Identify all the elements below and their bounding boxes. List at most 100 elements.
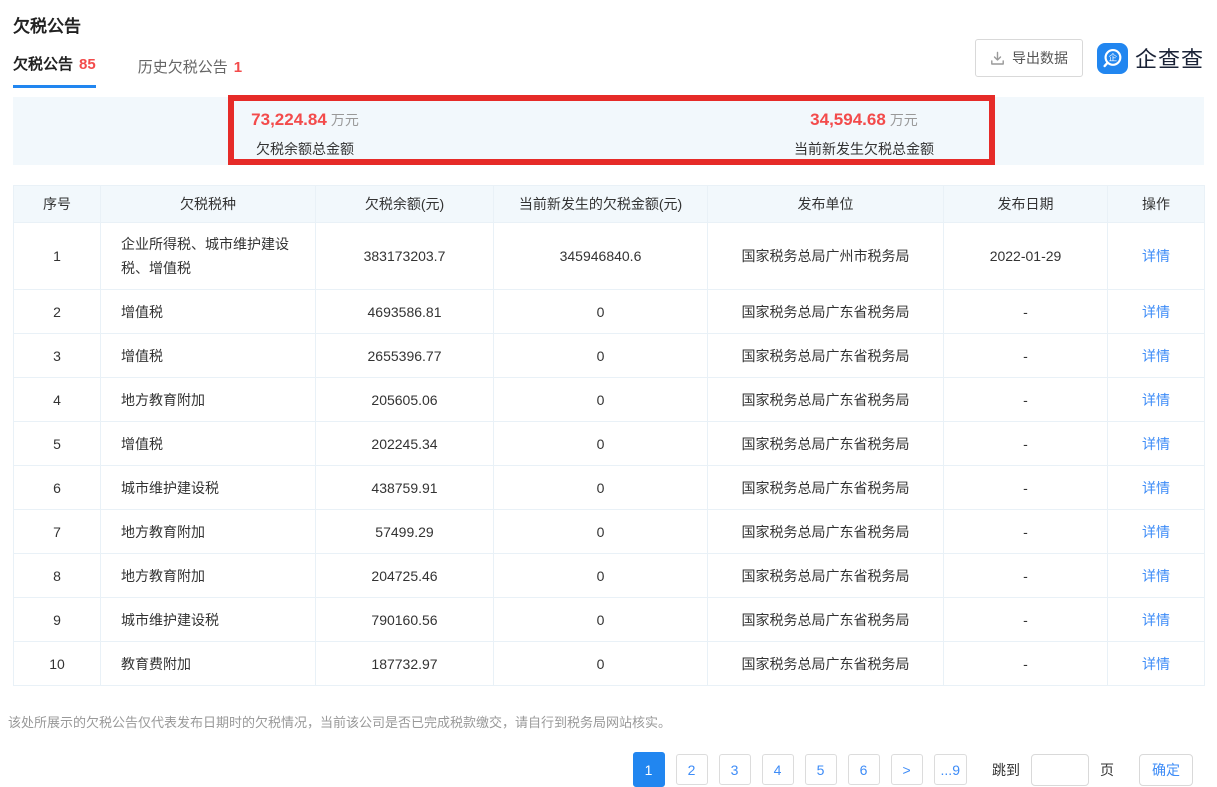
page-title: 欠税公告: [0, 0, 1217, 37]
table-row: 7 地方教育附加 57499.29 0 国家税务总局广东省税务局 - 详情: [14, 510, 1205, 554]
detail-link[interactable]: 详情: [1142, 304, 1170, 320]
cell-issuer: 国家税务总局广东省税务局: [708, 290, 944, 334]
cell-index: 3: [14, 334, 101, 378]
detail-link[interactable]: 详情: [1142, 480, 1170, 496]
table-row: 2 增值税 4693586.81 0 国家税务总局广东省税务局 - 详情: [14, 290, 1205, 334]
cell-issuer: 国家税务总局广东省税务局: [708, 466, 944, 510]
cell-tax-type: 增值税: [101, 334, 316, 378]
cell-date: -: [944, 290, 1108, 334]
detail-link[interactable]: 详情: [1142, 248, 1170, 264]
cell-balance: 202245.34: [316, 422, 494, 466]
cell-balance: 205605.06: [316, 378, 494, 422]
cell-index: 9: [14, 598, 101, 642]
stat-label: 欠税余额总金额: [251, 139, 359, 159]
cell-date: -: [944, 510, 1108, 554]
cell-balance: 383173203.7: [316, 223, 494, 290]
cell-tax-type: 教育费附加: [101, 642, 316, 686]
cell-balance: 790160.56: [316, 598, 494, 642]
detail-link[interactable]: 详情: [1142, 392, 1170, 408]
qichacha-logo[interactable]: 企 企查查: [1097, 42, 1204, 74]
cell-date: -: [944, 466, 1108, 510]
cell-index: 1: [14, 223, 101, 290]
svg-text:企: 企: [1109, 51, 1118, 62]
qichacha-logo-icon: 企: [1097, 43, 1128, 74]
cell-index: 6: [14, 466, 101, 510]
tab-label: 历史欠税公告: [138, 56, 228, 77]
cell-new-amount: 345946840.6: [494, 223, 708, 290]
table-row: 1 企业所得税、城市维护建设税、增值税 383173203.7 34594684…: [14, 223, 1205, 290]
cell-index: 7: [14, 510, 101, 554]
detail-link[interactable]: 详情: [1142, 524, 1170, 540]
tab-label: 欠税公告: [13, 53, 73, 74]
cell-new-amount: 0: [494, 378, 708, 422]
page-button-5[interactable]: 5: [805, 754, 837, 785]
table-row: 8 地方教育附加 204725.46 0 国家税务总局广东省税务局 - 详情: [14, 554, 1205, 598]
table-header-row: 序号 欠税税种 欠税余额(元) 当前新发生的欠税金额(元) 发布单位 发布日期 …: [14, 186, 1205, 223]
jump-to-label: 跳到: [992, 760, 1020, 780]
cell-tax-type: 城市维护建设税: [101, 466, 316, 510]
stat-unit: 万元: [331, 112, 359, 128]
stat-total-arrears-balance: 73,224.84万元 欠税余额总金额: [251, 110, 359, 159]
column-header-action: 操作: [1108, 186, 1205, 223]
cell-issuer: 国家税务总局广东省税务局: [708, 598, 944, 642]
next-page-button[interactable]: >: [891, 754, 923, 785]
download-icon: [990, 51, 1005, 66]
last-page-ellipsis-button[interactable]: ...9: [934, 754, 967, 785]
table-row: 5 增值税 202245.34 0 国家税务总局广东省税务局 - 详情: [14, 422, 1205, 466]
cell-new-amount: 0: [494, 554, 708, 598]
cell-index: 10: [14, 642, 101, 686]
cell-date: 2022-01-29: [944, 223, 1108, 290]
export-data-button[interactable]: 导出数据: [975, 39, 1083, 77]
cell-balance: 187732.97: [316, 642, 494, 686]
page-button-4[interactable]: 4: [762, 754, 794, 785]
export-data-label: 导出数据: [1012, 48, 1068, 68]
detail-link[interactable]: 详情: [1142, 656, 1170, 672]
cell-date: -: [944, 642, 1108, 686]
column-header-balance: 欠税余额(元): [316, 186, 494, 223]
cell-balance: 57499.29: [316, 510, 494, 554]
cell-tax-type: 增值税: [101, 290, 316, 334]
cell-date: -: [944, 378, 1108, 422]
cell-issuer: 国家税务总局广东省税务局: [708, 422, 944, 466]
page-button-3[interactable]: 3: [719, 754, 751, 785]
cell-issuer: 国家税务总局广东省税务局: [708, 554, 944, 598]
stat-unit: 万元: [890, 112, 918, 128]
table-row: 10 教育费附加 187732.97 0 国家税务总局广东省税务局 - 详情: [14, 642, 1205, 686]
detail-link[interactable]: 详情: [1142, 436, 1170, 452]
detail-link[interactable]: 详情: [1142, 348, 1170, 364]
cell-issuer: 国家税务总局广东省税务局: [708, 642, 944, 686]
column-header-new-amount: 当前新发生的欠税金额(元): [494, 186, 708, 223]
tax-arrears-table: 序号 欠税税种 欠税余额(元) 当前新发生的欠税金额(元) 发布单位 发布日期 …: [13, 185, 1205, 686]
page-button-2[interactable]: 2: [676, 754, 708, 785]
column-header-date: 发布日期: [944, 186, 1108, 223]
cell-index: 4: [14, 378, 101, 422]
cell-issuer: 国家税务总局广东省税务局: [708, 378, 944, 422]
summary-bar: 73,224.84万元 欠税余额总金额 34,594.68万元 当前新发生欠税总…: [13, 97, 1204, 165]
cell-new-amount: 0: [494, 598, 708, 642]
cell-balance: 204725.46: [316, 554, 494, 598]
table-row: 3 增值税 2655396.77 0 国家税务总局广东省税务局 - 详情: [14, 334, 1205, 378]
cell-issuer: 国家税务总局广东省税务局: [708, 334, 944, 378]
cell-tax-type: 城市维护建设税: [101, 598, 316, 642]
tab-historical-tax-arrears[interactable]: 历史欠税公告 1: [138, 56, 242, 88]
confirm-button[interactable]: 确定: [1139, 754, 1193, 786]
header-actions: 导出数据 企 企查查: [975, 39, 1204, 77]
cell-issuer: 国家税务总局广东省税务局: [708, 510, 944, 554]
detail-link[interactable]: 详情: [1142, 612, 1170, 628]
cell-index: 8: [14, 554, 101, 598]
cell-balance: 4693586.81: [316, 290, 494, 334]
tab-tax-arrears[interactable]: 欠税公告 85: [13, 53, 96, 88]
cell-date: -: [944, 554, 1108, 598]
cell-index: 2: [14, 290, 101, 334]
cell-tax-type: 地方教育附加: [101, 378, 316, 422]
page-unit-label: 页: [1100, 760, 1114, 780]
page-button-6[interactable]: 6: [848, 754, 880, 785]
stat-value: 73,224.84: [251, 110, 327, 129]
cell-new-amount: 0: [494, 334, 708, 378]
cell-date: -: [944, 422, 1108, 466]
column-header-tax-type: 欠税税种: [101, 186, 316, 223]
jump-page-input[interactable]: [1031, 754, 1089, 786]
cell-new-amount: 0: [494, 422, 708, 466]
cell-tax-type: 企业所得税、城市维护建设税、增值税: [101, 223, 316, 290]
detail-link[interactable]: 详情: [1142, 568, 1170, 584]
